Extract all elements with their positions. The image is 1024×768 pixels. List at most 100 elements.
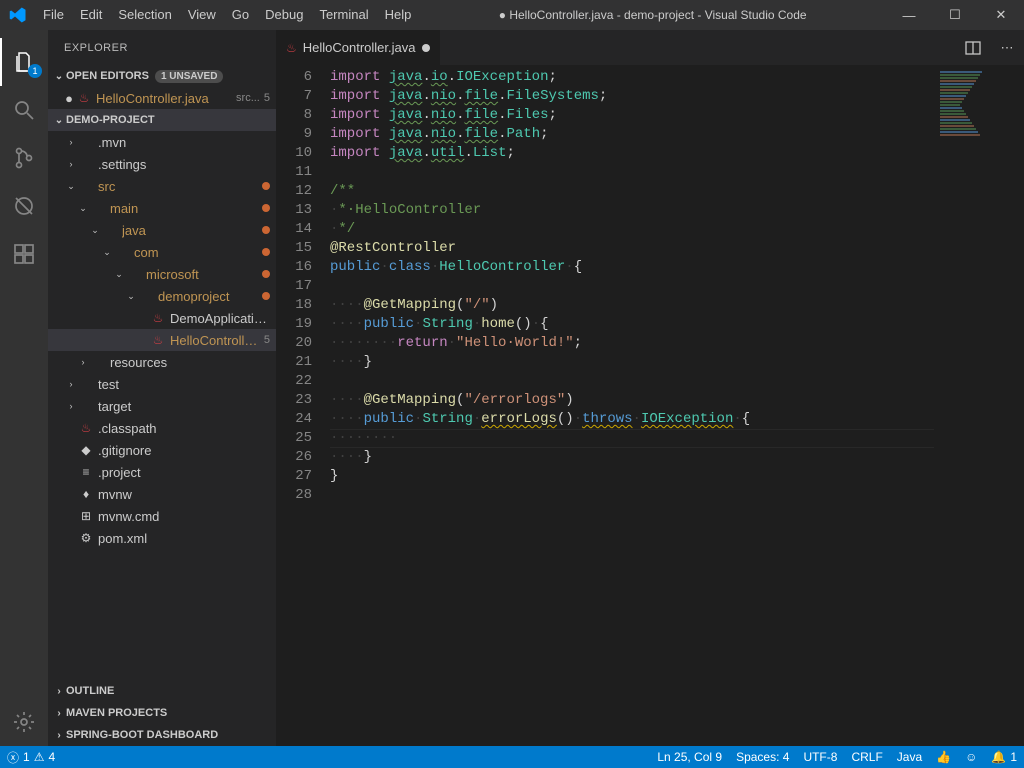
section-maven-projects[interactable]: ›Maven Projects [48,702,276,724]
tree-item[interactable]: ⌄microsoft [48,263,276,285]
status-notifications[interactable]: 🔔1 [984,746,1024,768]
status-bar: ⓧ1 ⚠4 Ln 25, Col 9 Spaces: 4 UTF-8 CRLF … [0,746,1024,768]
code-line[interactable]: @RestController [330,239,934,258]
code-line[interactable]: import java.util.List; [330,144,934,163]
menu-edit[interactable]: Edit [72,0,110,30]
tree-item[interactable]: ⌄ demoproject [48,285,276,307]
activity-extensions-icon[interactable] [0,230,48,278]
tree-label: .settings [98,157,270,172]
code-line[interactable]: ········ [330,429,934,448]
activity-source-control-icon[interactable] [0,134,48,182]
more-actions-icon[interactable]: ⋯ [990,30,1024,65]
code-line[interactable]: import java.io.IOException; [330,68,934,87]
tree-item[interactable]: ›.settings [48,153,276,175]
open-editor-item[interactable]: ●♨HelloController.javasrc...5 [48,87,276,109]
warning-icon: ⚠ [34,750,45,764]
tree-item[interactable]: ›test [48,373,276,395]
tree-item[interactable]: ♨HelloControlle...5 [48,329,276,351]
code-line[interactable] [330,277,934,296]
editor-tab[interactable]: ♨ HelloController.java [276,30,441,65]
activity-search-icon[interactable] [0,86,48,134]
menu-file[interactable]: File [35,0,72,30]
section-label: Outline [66,685,114,697]
status-eol[interactable]: CRLF [844,746,889,768]
tree-item[interactable]: ⌄com [48,241,276,263]
code-line[interactable]: ····} [330,448,934,467]
menu-help[interactable]: Help [377,0,420,30]
code-line[interactable]: ·*/ [330,220,934,239]
activity-explorer-icon[interactable]: 1 [0,38,48,86]
code-editor[interactable]: 6789101112131415161718192021222324252627… [276,65,1024,746]
activity-debug-icon[interactable] [0,182,48,230]
java-file-icon: ♨ [286,41,297,55]
window-controls: ― ☐ ✕ [886,0,1024,30]
tree-item[interactable]: ⚙pom.xml [48,527,276,549]
code-line[interactable]: public·class·HelloController·{ [330,258,934,277]
code-line[interactable]: import java.nio.file.Path; [330,125,934,144]
code-line[interactable]: import java.nio.file.Files; [330,106,934,125]
maximize-button[interactable]: ☐ [932,0,978,30]
tree-label: demoproject [158,289,258,304]
code-line[interactable]: ········return·"Hello·World!"; [330,334,934,353]
code-line[interactable]: ·*·HelloController [330,201,934,220]
minimap[interactable] [934,65,1024,746]
menu-view[interactable]: View [180,0,224,30]
code-line[interactable]: ····public·String·home()·{ [330,315,934,334]
java-file-icon: ♨ [78,421,94,435]
code-line[interactable]: ····} [330,353,934,372]
status-feedback-icon[interactable]: ☺ [958,746,984,768]
problem-count: 5 [264,334,270,346]
code-line[interactable]: import java.nio.file.FileSystems; [330,87,934,106]
section-spring-boot-dashboard[interactable]: ›Spring-Boot Dashboard [48,724,276,746]
open-editors-section[interactable]: ⌄ Open Editors 1 UNSAVED [48,65,276,87]
status-errors[interactable]: ⓧ1 ⚠4 [0,746,62,768]
tree-item[interactable]: ›.mvn [48,131,276,153]
project-section[interactable]: ⌄ demo-project [48,109,276,131]
chevron-right-icon: › [52,686,66,697]
status-spaces[interactable]: Spaces: 4 [729,746,796,768]
status-thumbsup-icon[interactable]: 👍 [929,746,958,768]
tree-item[interactable]: ›target [48,395,276,417]
modified-indicator [262,182,270,190]
code-line[interactable]: /** [330,182,934,201]
tree-item[interactable]: ♨DemoApplication.j... [48,307,276,329]
twisty-icon: › [64,379,78,389]
tree-item[interactable]: ›resources [48,351,276,373]
code-line[interactable]: ····public·String·errorLogs()·throws·IOE… [330,410,934,429]
code-line[interactable]: ····@GetMapping("/") [330,296,934,315]
status-encoding[interactable]: UTF-8 [796,746,844,768]
activity-settings-icon[interactable] [0,698,48,746]
status-lncol[interactable]: Ln 25, Col 9 [650,746,729,768]
code-line[interactable] [330,372,934,391]
tree-item[interactable]: ⌄main [48,197,276,219]
minimize-button[interactable]: ― [886,0,932,30]
menu-terminal[interactable]: Terminal [311,0,376,30]
tree-item[interactable]: ⌄java [48,219,276,241]
java-file-icon: ♨ [150,333,166,347]
close-button[interactable]: ✕ [978,0,1024,30]
open-editors-label: Open Editors [66,70,149,82]
code-line[interactable] [330,486,934,505]
tree-item[interactable]: ⊞mvnw.cmd [48,505,276,527]
problem-count: 5 [264,92,270,104]
tree-label: mvnw.cmd [98,509,270,524]
code-content[interactable]: import java.io.IOException;import java.n… [330,65,934,746]
split-editor-icon[interactable] [956,30,990,65]
menu-go[interactable]: Go [224,0,257,30]
tree-item[interactable]: ◆.gitignore [48,439,276,461]
tree-item[interactable]: ♨.classpath [48,417,276,439]
code-line[interactable]: } [330,467,934,486]
twisty-icon: ⌄ [124,291,138,302]
code-line[interactable] [330,163,934,182]
status-language[interactable]: Java [890,746,929,768]
section-outline[interactable]: ›Outline [48,680,276,702]
tree-item[interactable]: ≡.project [48,461,276,483]
tree-item[interactable]: ⌄src [48,175,276,197]
menu-selection[interactable]: Selection [110,0,179,30]
twisty-icon: ⌄ [88,225,102,236]
tree-item[interactable]: ♦mvnw [48,483,276,505]
modified-dot-icon [422,44,430,52]
tab-label: HelloController.java [303,40,416,55]
menu-debug[interactable]: Debug [257,0,311,30]
code-line[interactable]: ····@GetMapping("/errorlogs") [330,391,934,410]
